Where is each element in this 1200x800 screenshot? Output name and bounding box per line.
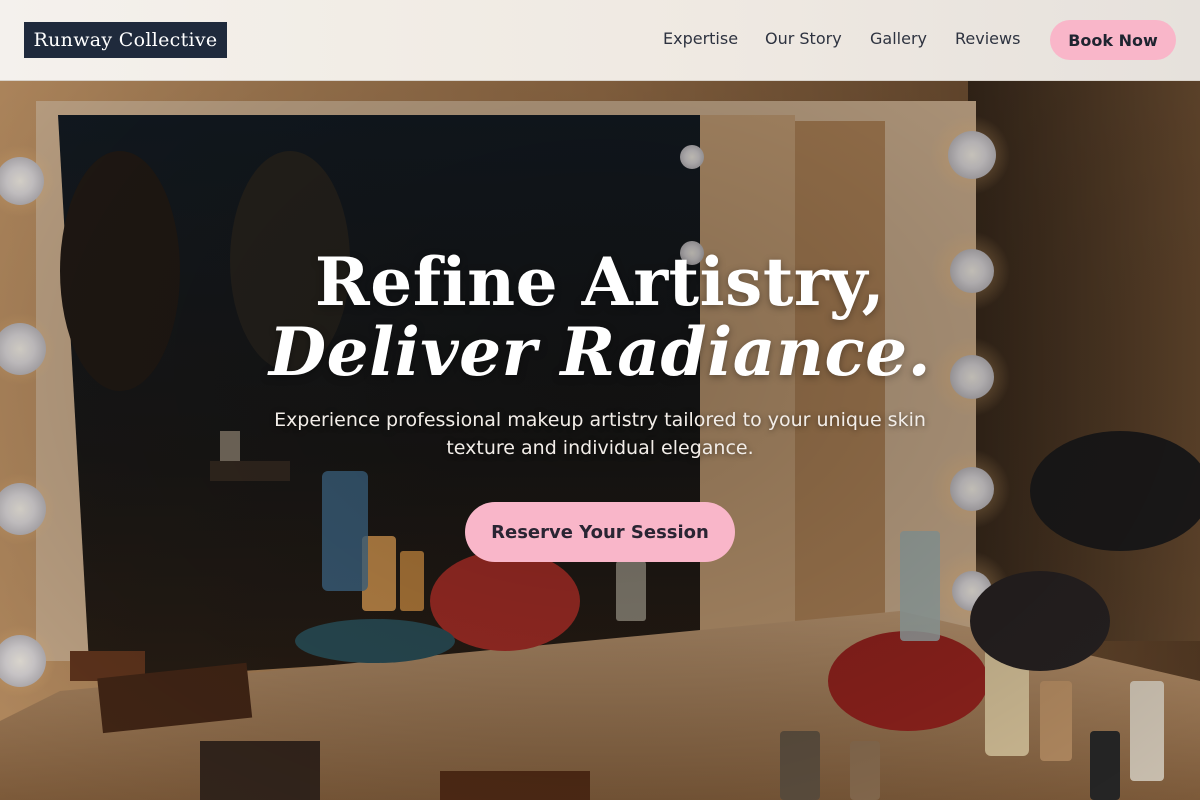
nav-link-expertise[interactable]: Expertise: [663, 29, 738, 48]
site-header: Runway Collective Expertise Our Story Ga…: [0, 0, 1200, 81]
brand-logo[interactable]: Runway Collective: [24, 22, 227, 58]
hero-section: Refine Artistry, Deliver Radiance. Exper…: [0, 81, 1200, 800]
nav-link-our-story[interactable]: Our Story: [765, 29, 842, 48]
reserve-session-button[interactable]: Reserve Your Session: [465, 502, 735, 562]
hero-subtitle: Experience professional makeup artistry …: [274, 409, 926, 459]
nav-link-gallery[interactable]: Gallery: [870, 29, 927, 48]
nav-link-reviews[interactable]: Reviews: [955, 29, 1020, 48]
book-now-button[interactable]: Book Now: [1050, 20, 1176, 60]
hero-title-line-2: Deliver Radiance.: [268, 313, 932, 391]
hero-title-line-1: Refine Artistry,: [314, 243, 886, 321]
